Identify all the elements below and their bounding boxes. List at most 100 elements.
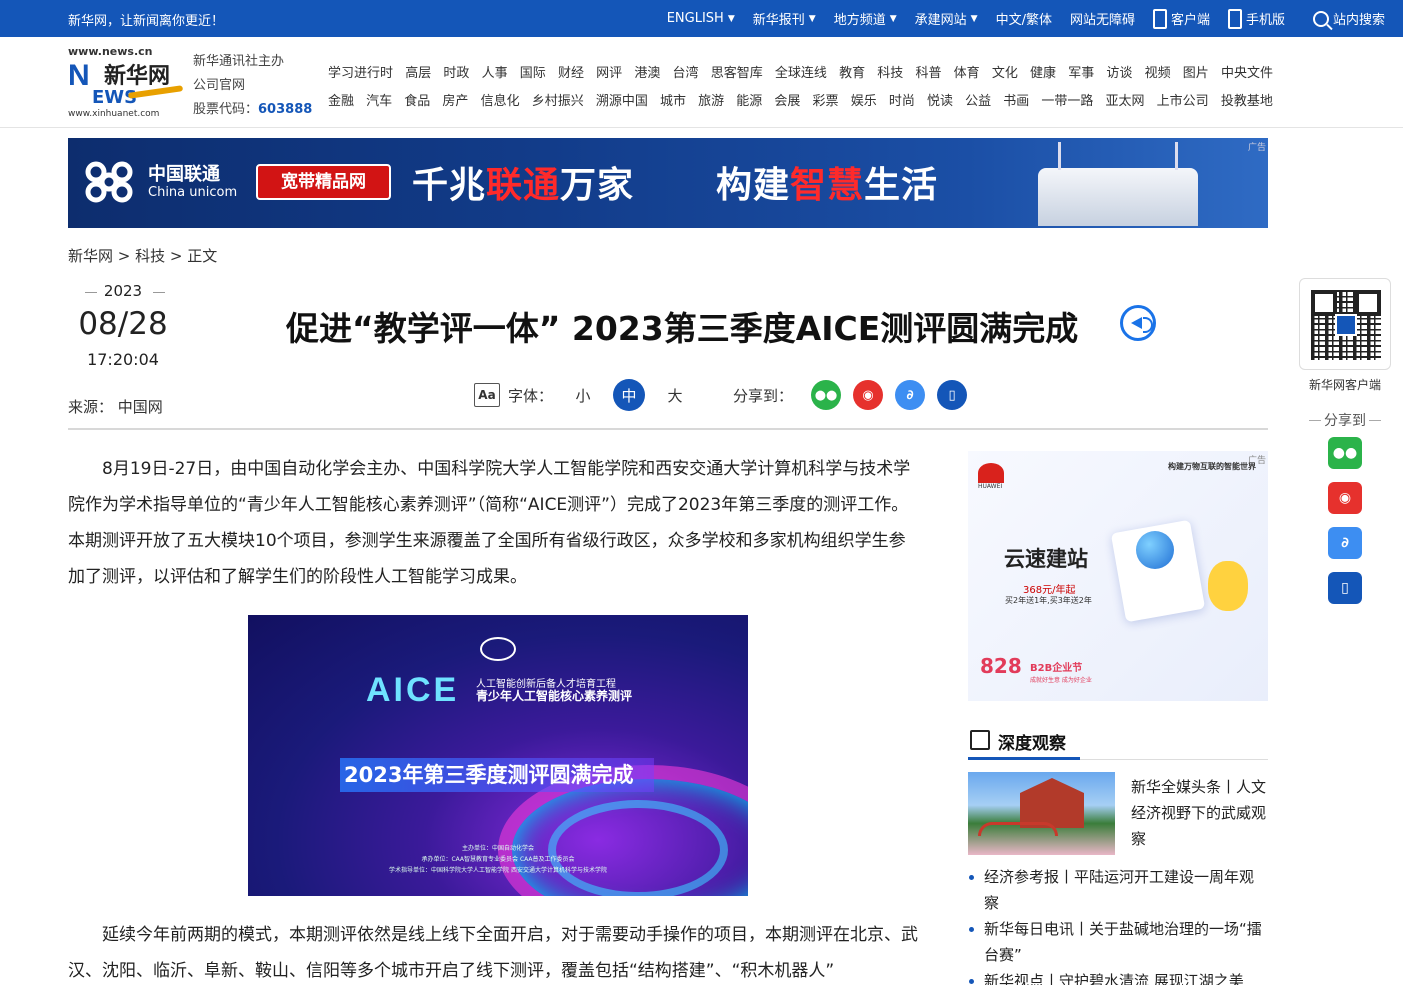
main-nav-item[interactable]: 金融: [328, 90, 354, 109]
ad-event-name: B2B企业节: [1030, 663, 1083, 674]
main-nav-item[interactable]: 访谈: [1106, 62, 1132, 81]
main-nav-item[interactable]: 上市公司: [1157, 90, 1209, 109]
main-nav-item[interactable]: 亚太网: [1106, 90, 1145, 109]
figure-sub2: 青少年人工智能核心素养测评: [476, 689, 633, 703]
ad-headline: 云速建站: [1004, 547, 1088, 571]
main-nav-item[interactable]: 学习进行时: [328, 62, 393, 81]
list-item[interactable]: 经济参考报丨平陆运河开工建设一周年观察: [968, 864, 1268, 916]
font-size-medium[interactable]: 中: [613, 379, 646, 411]
stock-code[interactable]: 603888: [258, 102, 312, 117]
breadcrumb[interactable]: 新华网 > 科技 > 正文: [68, 245, 217, 266]
site-search-button[interactable]: 站内搜索: [1312, 0, 1385, 37]
font-label: 字体：: [508, 386, 554, 405]
main-nav-item[interactable]: 思客智库: [711, 62, 763, 81]
main-nav-item[interactable]: 人事: [482, 62, 508, 81]
main-nav-item[interactable]: 能源: [736, 90, 762, 109]
feature-headline[interactable]: 新华全媒头条丨人文经济视野下的武威观察: [1131, 774, 1271, 852]
font-size-icon: Aa: [474, 383, 500, 407]
main-nav-item[interactable]: 全球连线: [775, 62, 827, 81]
xinhua-logo[interactable]: www.news.cn N 新华网 EWS www.xinhuanet.com: [68, 45, 184, 121]
figure-headline: 2023年第三季度测评圆满完成: [344, 763, 634, 787]
main-nav-item[interactable]: 汽车: [366, 90, 392, 109]
main-nav-item[interactable]: 时尚: [889, 90, 915, 109]
nav-client[interactable]: 客户端: [1152, 8, 1210, 29]
main-nav-item[interactable]: 体育: [954, 62, 980, 81]
huawei-brand: HUAWEI: [978, 483, 1003, 490]
main-nav-item[interactable]: 城市: [660, 90, 686, 109]
main-nav-item[interactable]: 悦读: [927, 90, 953, 109]
article-title: 促进“教学评一体” 2023第三季度AICE测评圆满完成: [286, 309, 1079, 348]
main-nav-item[interactable]: 港澳: [634, 62, 660, 81]
wechat-icon[interactable]: ●●: [811, 380, 842, 410]
feature-thumbnail[interactable]: [968, 772, 1115, 855]
rail-link-icon[interactable]: ∂: [1328, 527, 1362, 559]
main-nav-item[interactable]: 信息化: [481, 90, 520, 109]
main-nav-item[interactable]: 科普: [915, 62, 941, 81]
article-image: AICE 人工智能创新后备人才培育工程 青少年人工智能核心素养测评 2023年第…: [248, 615, 748, 896]
unicom-knot-icon: [85, 161, 133, 203]
main-nav-item[interactable]: 文化: [992, 62, 1018, 81]
org-info: 新华通讯社主办 公司官网 股票代码：603888: [193, 50, 312, 122]
main-nav-item[interactable]: 溯源中国: [596, 90, 648, 109]
router-image: [1038, 142, 1198, 226]
main-nav-item[interactable]: 彩票: [813, 90, 839, 109]
temple-graphic: [1020, 778, 1084, 828]
main-nav-item[interactable]: 高层: [405, 62, 431, 81]
main-nav-item[interactable]: 国际: [520, 62, 546, 81]
weibo-icon[interactable]: ◉: [853, 380, 884, 410]
main-nav-item[interactable]: 科技: [877, 62, 903, 81]
publish-month-day: 08/28: [78, 306, 168, 342]
main-nav-item[interactable]: 财经: [558, 62, 584, 81]
main-nav-item[interactable]: 食品: [404, 90, 430, 109]
chevron-down-icon: ▼: [889, 13, 897, 24]
main-nav-item[interactable]: 军事: [1068, 62, 1094, 81]
main-nav-item[interactable]: 娱乐: [851, 90, 877, 109]
rail-wechat-icon[interactable]: ●●: [1328, 437, 1362, 469]
main-nav-item[interactable]: 图片: [1183, 62, 1209, 81]
logo-url-bottom: www.xinhuanet.com: [68, 109, 160, 119]
main-nav-item[interactable]: 公益: [965, 90, 991, 109]
huawei-sidebar-ad[interactable]: 广告 HUAWEI 构建万物互联的智能世界 云速建站 368元/年起 买2年送1…: [968, 451, 1268, 701]
main-nav-item[interactable]: 台湾: [673, 62, 699, 81]
article-tools: Aa 字体： 小 中 大 分享到： ●● ◉ ∂ ▯: [474, 378, 968, 412]
main-nav-item[interactable]: 会展: [774, 90, 800, 109]
deep-observation-header: 深度观察: [968, 726, 1268, 760]
main-nav-item[interactable]: 网评: [596, 62, 622, 81]
main-nav-item[interactable]: 视频: [1145, 62, 1171, 81]
link-icon[interactable]: ∂: [895, 380, 926, 410]
font-size-small[interactable]: 小: [567, 379, 599, 411]
chevron-down-icon: ▼: [970, 13, 978, 24]
rail-weibo-icon[interactable]: ◉: [1328, 482, 1362, 514]
main-nav-item[interactable]: 旅游: [698, 90, 724, 109]
book-icon: [970, 730, 990, 750]
speaker-icon[interactable]: [1120, 305, 1156, 341]
main-nav-item[interactable]: 时政: [443, 62, 469, 81]
nav-accessibility[interactable]: 网站无障碍: [1070, 9, 1135, 28]
main-nav-item[interactable]: 书画: [1003, 90, 1029, 109]
main-nav-item[interactable]: 乡村振兴: [532, 90, 584, 109]
article-body: 8月19日-27日，由中国自动化学会主办、中国科学院大学人工智能学院和西安交通大…: [68, 451, 918, 595]
main-nav-item[interactable]: 健康: [1030, 62, 1056, 81]
main-nav-item[interactable]: 中央文件: [1221, 62, 1273, 81]
nav-local[interactable]: 地方频道 ▼: [834, 9, 897, 28]
nav-newspapers[interactable]: 新华报刊 ▼: [753, 9, 816, 28]
nav-sites[interactable]: 承建网站 ▼: [915, 9, 978, 28]
nav-english[interactable]: ENGLISH ▼: [667, 11, 735, 26]
main-nav-item[interactable]: 教育: [839, 62, 865, 81]
font-size-large[interactable]: 大: [659, 379, 691, 411]
main-nav-item[interactable]: 一带一路: [1041, 90, 1093, 109]
main-nav-item[interactable]: 房产: [442, 90, 468, 109]
list-item[interactable]: 新华每日电讯丨关于盐碱地治理的一场“擂台赛”: [968, 916, 1268, 968]
rail-mobile-icon[interactable]: ▯: [1328, 572, 1362, 604]
nav-traditional[interactable]: 中文/繁体: [996, 9, 1052, 28]
site-slogan: 新华网，让新闻离你更近！: [68, 14, 225, 29]
article-body-continued: 延续今年前两期的模式，本期测评依然是线上线下全面开启，对于需要动手操作的项目，本…: [68, 917, 918, 985]
main-nav-item[interactable]: 投教基地: [1221, 90, 1273, 109]
list-item[interactable]: 新华视点丨守护碧水清流 展现江湖之美: [968, 968, 1268, 985]
nav-mobile[interactable]: 手机版: [1227, 8, 1285, 29]
ad-gift: 买2年送1年,买3年送2年: [1005, 596, 1092, 605]
unicom-banner-ad[interactable]: 广告 中国联通 China unicom 宽带精品网 千兆联通万家 构建智慧生活: [68, 138, 1268, 228]
broadband-tag: 宽带精品网: [256, 164, 391, 200]
globe-icon: [1136, 531, 1174, 569]
mobile-share-icon[interactable]: ▯: [937, 380, 968, 410]
